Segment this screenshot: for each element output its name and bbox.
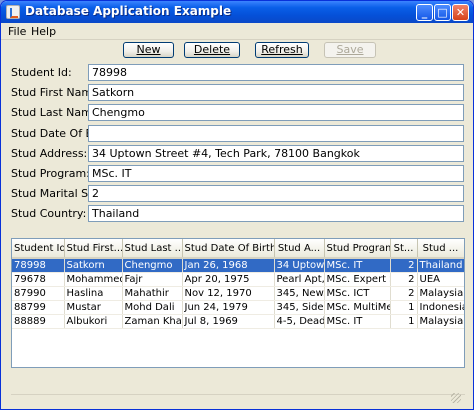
table-cell: 345, Side ... bbox=[274, 300, 325, 315]
table-cell: 88799 bbox=[12, 300, 65, 315]
table-row[interactable]: 79678 Mohammed Fajr Apr 20, 1975 Pearl A… bbox=[12, 272, 464, 287]
close-button[interactable]: ✕ bbox=[452, 4, 469, 21]
marital-status-field[interactable]: 2 bbox=[88, 185, 464, 202]
table-row[interactable]: 88799 Mustar Mohd Dali Jun 24, 1979 345,… bbox=[12, 300, 464, 315]
status-bar bbox=[11, 393, 465, 405]
table-cell: Mahathir bbox=[122, 286, 183, 301]
table-cell: Haslina bbox=[64, 286, 123, 301]
save-button-label: Save bbox=[336, 43, 364, 56]
table-cell: MSc. IT bbox=[324, 314, 391, 329]
table-cell: Chengmo bbox=[122, 258, 183, 273]
students-table: Student Id Stud First... Stud Last ... S… bbox=[12, 239, 464, 329]
column-header[interactable]: Stud Date Of Birth bbox=[182, 239, 275, 259]
country-field[interactable]: Thailand bbox=[88, 205, 464, 222]
table-cell: Apr 20, 1975 bbox=[182, 272, 275, 287]
table-cell: Mohammed bbox=[64, 272, 123, 287]
table-cell: 345, New... bbox=[274, 286, 325, 301]
address-field[interactable]: 34 Uptown Street #4, Tech Park, 78100 Ba… bbox=[88, 145, 464, 162]
column-header[interactable]: Student Id bbox=[12, 239, 65, 259]
table-cell: Malaysia bbox=[417, 286, 464, 301]
resize-grip-icon[interactable] bbox=[451, 393, 461, 403]
table-cell: 88889 bbox=[12, 314, 65, 329]
first-name-field[interactable]: Satkorn bbox=[88, 84, 464, 101]
app-window: Database Application Example _ □ ✕ File … bbox=[0, 0, 474, 410]
table-cell: 2 bbox=[390, 258, 418, 273]
table-cell: Mohd Dali bbox=[122, 300, 183, 315]
table-cell: 79678 bbox=[12, 272, 65, 287]
table-cell: Satkorn bbox=[64, 258, 123, 273]
table-cell: Albukori bbox=[64, 314, 123, 329]
date-of-birth-field[interactable] bbox=[88, 125, 464, 142]
refresh-button-label: Refresh bbox=[261, 43, 303, 56]
last-name-field[interactable]: Chengmo bbox=[88, 104, 464, 121]
title-bar[interactable]: Database Application Example _ □ ✕ bbox=[1, 1, 473, 23]
menu-help[interactable]: Help bbox=[31, 25, 56, 38]
student-id-field[interactable]: 78998 bbox=[88, 64, 464, 81]
table-cell: 1 bbox=[390, 300, 418, 315]
java-app-icon bbox=[6, 5, 20, 19]
menu-file[interactable]: File bbox=[8, 25, 26, 38]
menu-bar: File Help bbox=[1, 23, 473, 40]
table-cell: Jun 24, 1979 bbox=[182, 300, 275, 315]
refresh-button[interactable]: Refresh bbox=[255, 42, 309, 58]
table-cell: Pearl Apt,... bbox=[274, 272, 325, 287]
delete-button-label: Delete bbox=[193, 43, 231, 56]
table-cell: Nov 12, 1970 bbox=[182, 286, 275, 301]
table-cell: MSc. IT bbox=[324, 258, 391, 273]
table-cell: MSc. MultiMedia bbox=[324, 300, 391, 315]
table-cell: UEA bbox=[417, 272, 464, 287]
table-cell: 4-5, Dead... bbox=[274, 314, 325, 329]
student-id-label: Student Id: bbox=[11, 66, 72, 79]
column-header[interactable]: Stud Program bbox=[324, 239, 391, 259]
table-cell: Mustar bbox=[64, 300, 123, 315]
save-button: Save bbox=[324, 42, 376, 58]
table-row[interactable]: 87990 Haslina Mahathir Nov 12, 1970 345,… bbox=[12, 286, 464, 301]
maximize-button[interactable]: □ bbox=[434, 4, 451, 21]
table-row[interactable]: 88889 Albukori Zaman Khan Jul 8, 1969 4-… bbox=[12, 314, 464, 329]
table-row[interactable]: 78998 Satkorn Chengmo Jan 26, 1968 34 Up… bbox=[12, 258, 464, 273]
window-title: Database Application Example bbox=[25, 4, 232, 18]
table-cell: 34 Uptow... bbox=[274, 258, 325, 273]
column-header[interactable]: Stud Last ... bbox=[122, 239, 183, 259]
table-cell: MSc. Expert S... bbox=[324, 272, 391, 287]
table-cell: Jan 26, 1968 bbox=[182, 258, 275, 273]
table-cell: Thailand bbox=[417, 258, 464, 273]
table-cell: Indonesia bbox=[417, 300, 464, 315]
program-field[interactable]: MSc. IT bbox=[88, 165, 464, 182]
new-button-label: New bbox=[136, 43, 161, 56]
table-cell: 87990 bbox=[12, 286, 65, 301]
table-cell: 2 bbox=[390, 286, 418, 301]
table-cell: Zaman Khan bbox=[122, 314, 183, 329]
table-header-row: Student Id Stud First... Stud Last ... S… bbox=[12, 239, 464, 259]
table-cell: 78998 bbox=[12, 258, 65, 273]
minimize-button[interactable]: _ bbox=[416, 4, 433, 21]
table-cell: Fajr bbox=[122, 272, 183, 287]
table-cell: 2 bbox=[390, 272, 418, 287]
column-header[interactable]: Stud First... bbox=[64, 239, 123, 259]
column-header[interactable]: St... bbox=[390, 239, 418, 259]
address-label: Stud Address: bbox=[11, 147, 88, 160]
table-cell: 1 bbox=[390, 314, 418, 329]
table-cell: Jul 8, 1969 bbox=[182, 314, 275, 329]
country-label: Stud Country: bbox=[11, 207, 87, 220]
delete-button[interactable]: Delete bbox=[184, 42, 240, 58]
program-label: Stud Program: bbox=[11, 167, 90, 180]
students-table-pane[interactable]: Student Id Stud First... Stud Last ... S… bbox=[11, 238, 465, 368]
column-header[interactable]: Stud A... bbox=[274, 239, 325, 259]
new-button[interactable]: New bbox=[123, 42, 174, 58]
table-cell: Malaysia bbox=[417, 314, 464, 329]
table-cell: MSc. ICT bbox=[324, 286, 391, 301]
column-header[interactable]: Stud ... bbox=[417, 239, 464, 259]
